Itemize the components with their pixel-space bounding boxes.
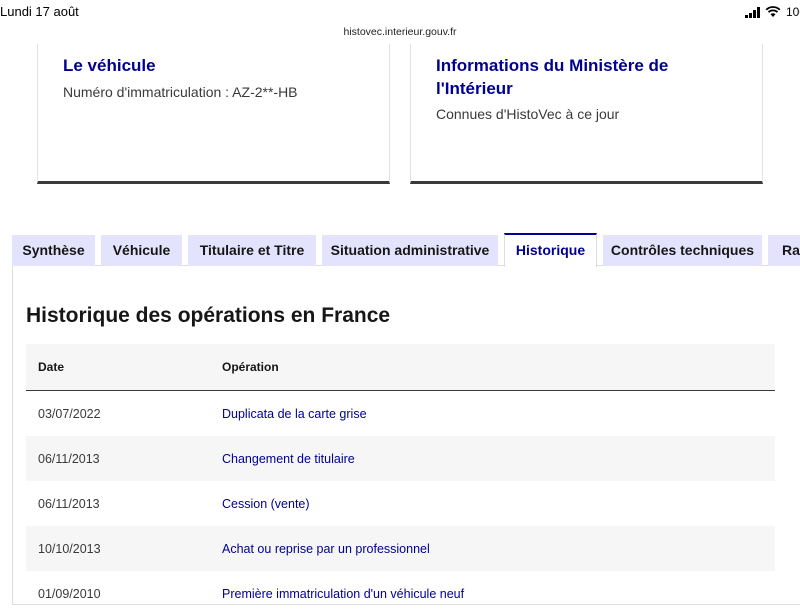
tab-controles-techniques[interactable]: Contrôles techniques <box>603 235 762 266</box>
history-table: Date Opération 03/07/2022 Duplicata de l… <box>26 344 775 616</box>
table-row: 06/11/2013 Changement de titulaire <box>26 436 775 481</box>
row-date: 06/11/2013 <box>38 452 100 466</box>
column-header-date: Date <box>38 360 65 374</box>
tab-historique[interactable]: Historique <box>504 233 597 267</box>
history-section-title: Historique des opérations en France <box>26 304 391 327</box>
registration-number: Numéro d'immatriculation : AZ-2**-HB <box>63 84 298 100</box>
row-operation-link[interactable]: Changement de titulaire <box>222 452 355 466</box>
row-operation-link[interactable]: Première immatriculation d'un véhicule n… <box>222 587 464 601</box>
row-date: 10/10/2013 <box>38 542 101 556</box>
tab-titulaire-et-titre[interactable]: Titulaire et Titre <box>188 235 316 266</box>
status-time: Lundi 17 août <box>0 4 79 19</box>
table-header: Date Opération <box>26 344 775 391</box>
tab-situation-administrative[interactable]: Situation administrative <box>322 235 498 266</box>
table-row: 10/10/2013 Achat ou reprise par un profe… <box>26 526 775 571</box>
column-header-operation: Opération <box>222 360 279 374</box>
row-operation-link[interactable]: Cession (vente) <box>222 497 310 511</box>
vehicle-card-title: Le véhicule <box>63 56 156 75</box>
ministry-info-card-title: Informations du Ministère de l'Intérieur <box>436 56 669 98</box>
url-bar[interactable]: histovec.interieur.gouv.fr <box>336 22 464 42</box>
table-row: 03/07/2022 Duplicata de la carte grise <box>26 391 775 436</box>
tab-vehicule[interactable]: Véhicule <box>101 235 182 266</box>
row-operation-link[interactable]: Achat ou reprise par un professionnel <box>222 542 430 556</box>
row-date: 03/07/2022 <box>38 407 101 421</box>
vehicle-card: Le véhicule Numéro d'immatriculation : A… <box>37 44 390 184</box>
ministry-info-card-subtitle: Connues d'HistoVec à ce jour <box>436 106 620 122</box>
table-row: 06/11/2013 Cession (vente) <box>26 481 775 526</box>
status-icons: 100 <box>745 5 800 19</box>
battery-percent: 100 <box>786 5 800 19</box>
tab-synthese[interactable]: Synthèse <box>12 235 95 266</box>
row-date: 06/11/2013 <box>38 497 100 511</box>
wifi-icon <box>765 6 781 17</box>
row-operation-link[interactable]: Duplicata de la carte grise <box>222 407 367 421</box>
tab-rapport[interactable]: Rapport <box>768 235 800 266</box>
signal-icon <box>745 6 760 18</box>
table-row: 01/09/2010 Première immatriculation d'un… <box>26 571 775 616</box>
row-date: 01/09/2010 <box>38 587 101 601</box>
ministry-info-card: Informations du Ministère de l'Intérieur… <box>410 44 763 184</box>
